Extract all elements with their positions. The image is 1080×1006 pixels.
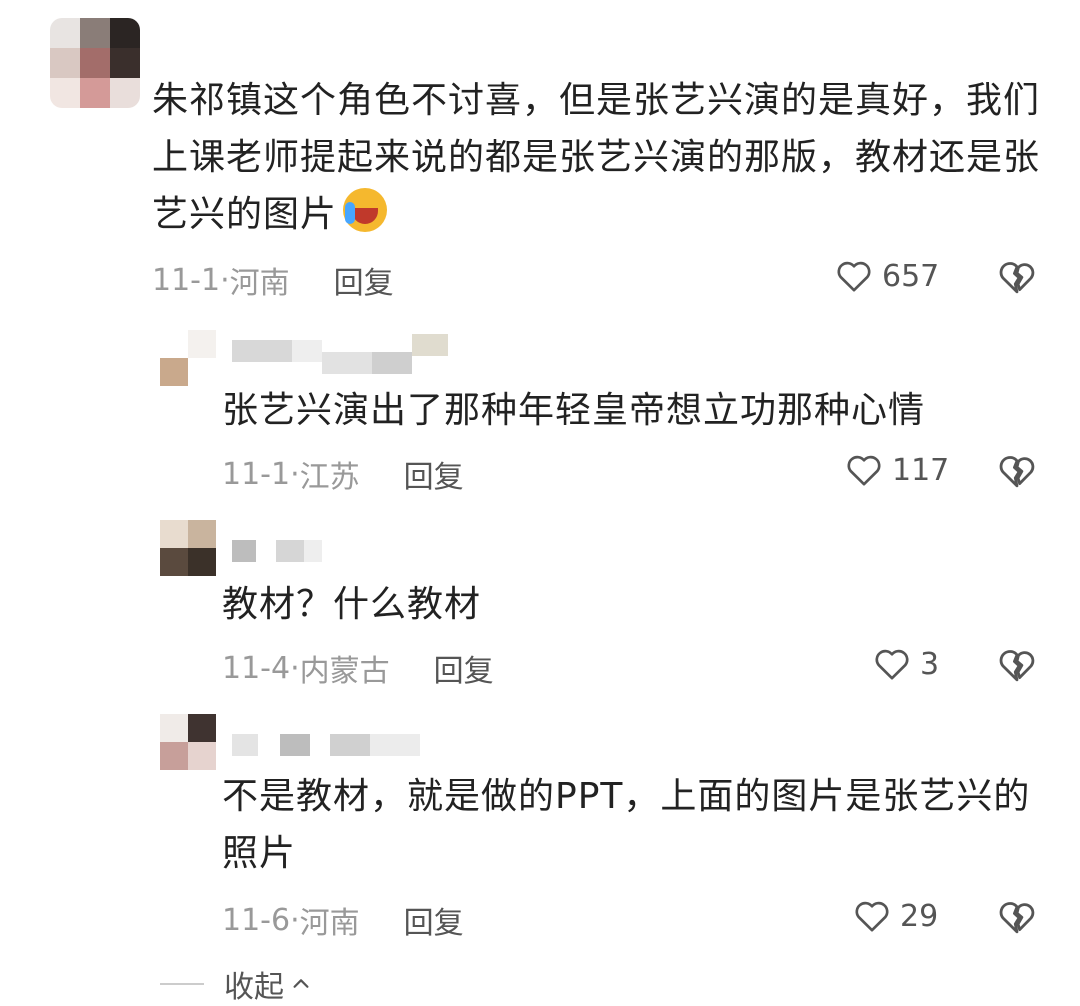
comment-text: 教材？什么教材 (222, 576, 1042, 633)
comment-text: 张艺兴演出了那种年轻皇帝想立功那种心情 (222, 382, 1042, 439)
like-button[interactable]: 117 (844, 450, 949, 490)
like-count: 29 (900, 898, 939, 934)
comment-meta: 11-1· 江苏 回复 (222, 452, 464, 496)
like-button[interactable]: 657 (834, 256, 939, 296)
heart-outline-icon (847, 455, 881, 486)
username-placeholder (232, 734, 420, 756)
dislike-button[interactable] (996, 896, 1038, 942)
reply-button[interactable]: 回复 (404, 452, 464, 496)
comment-meta: 11-1· 河南 回复 (152, 258, 394, 302)
comment-date: 11-1· (222, 456, 300, 492)
heart-outline-icon (837, 261, 871, 292)
comment-text-line: 艺兴的图片 (152, 194, 338, 235)
reply-button[interactable]: 回复 (404, 898, 464, 942)
comment-location: 内蒙古 (299, 654, 390, 689)
comment-location: 河南 (299, 906, 360, 941)
reply-button[interactable]: 回复 (434, 646, 494, 690)
like-count: 117 (892, 452, 950, 488)
comment-text-line: 不是教材，就是做的PPT，上面的图片是张艺兴的 (222, 776, 1031, 817)
comment-text-line: 照片 (222, 833, 297, 874)
comment-meta: 11-6· 河南 回复 (222, 898, 464, 942)
comment-text: 朱祁镇这个角色不讨喜，但是张艺兴演的是真好，我们 上课老师提起来说的都是张艺兴演… (152, 72, 1052, 243)
comment-date: 11-4· (222, 650, 300, 686)
avatar[interactable] (50, 18, 140, 108)
username-placeholder (232, 540, 322, 562)
collapse-divider (160, 983, 204, 985)
comment-location: 河南 (229, 266, 290, 301)
like-button[interactable]: 3 (872, 644, 939, 684)
dislike-button[interactable] (996, 644, 1038, 690)
heart-outline-icon (855, 901, 889, 932)
laugh-cry-emoji-icon (343, 188, 388, 232)
chevron-up-icon (293, 979, 309, 988)
avatar[interactable] (160, 520, 216, 576)
broken-heart-icon (999, 650, 1035, 682)
comment-text: 不是教材，就是做的PPT，上面的图片是张艺兴的 照片 (222, 768, 1052, 882)
dislike-button[interactable] (996, 256, 1038, 302)
like-count: 3 (920, 646, 940, 682)
like-button[interactable]: 29 (852, 896, 938, 936)
comment-text-line: 张艺兴演出了那种年轻皇帝想立功那种心情 (222, 390, 926, 431)
comment-meta: 11-4· 内蒙古 回复 (222, 646, 494, 690)
like-count: 657 (882, 258, 940, 294)
comment-date: 11-1· (152, 262, 230, 298)
heart-outline-icon (875, 649, 909, 680)
dislike-button[interactable] (996, 450, 1038, 496)
reply-button[interactable]: 回复 (334, 258, 394, 302)
comment-text-line: 上课老师提起来说的都是张艺兴演的那版，教材还是张 (152, 137, 1041, 178)
broken-heart-icon (999, 262, 1035, 294)
broken-heart-icon (999, 456, 1035, 488)
comment-text-line: 朱祁镇这个角色不讨喜，但是张艺兴演的是真好，我们 (152, 80, 1041, 121)
avatar[interactable] (160, 714, 216, 770)
collapse-label: 收起 (224, 970, 284, 1005)
comment-text-line: 艺兴的图片 (152, 186, 1052, 243)
comment-date: 11-6· (222, 902, 300, 938)
username-placeholder (232, 334, 448, 374)
avatar[interactable] (160, 330, 216, 386)
collapse-replies-button[interactable]: 收起 (160, 962, 312, 1006)
broken-heart-icon (999, 902, 1035, 934)
comment-location: 江苏 (299, 460, 360, 495)
comment-text-line: 教材？什么教材 (222, 584, 482, 625)
